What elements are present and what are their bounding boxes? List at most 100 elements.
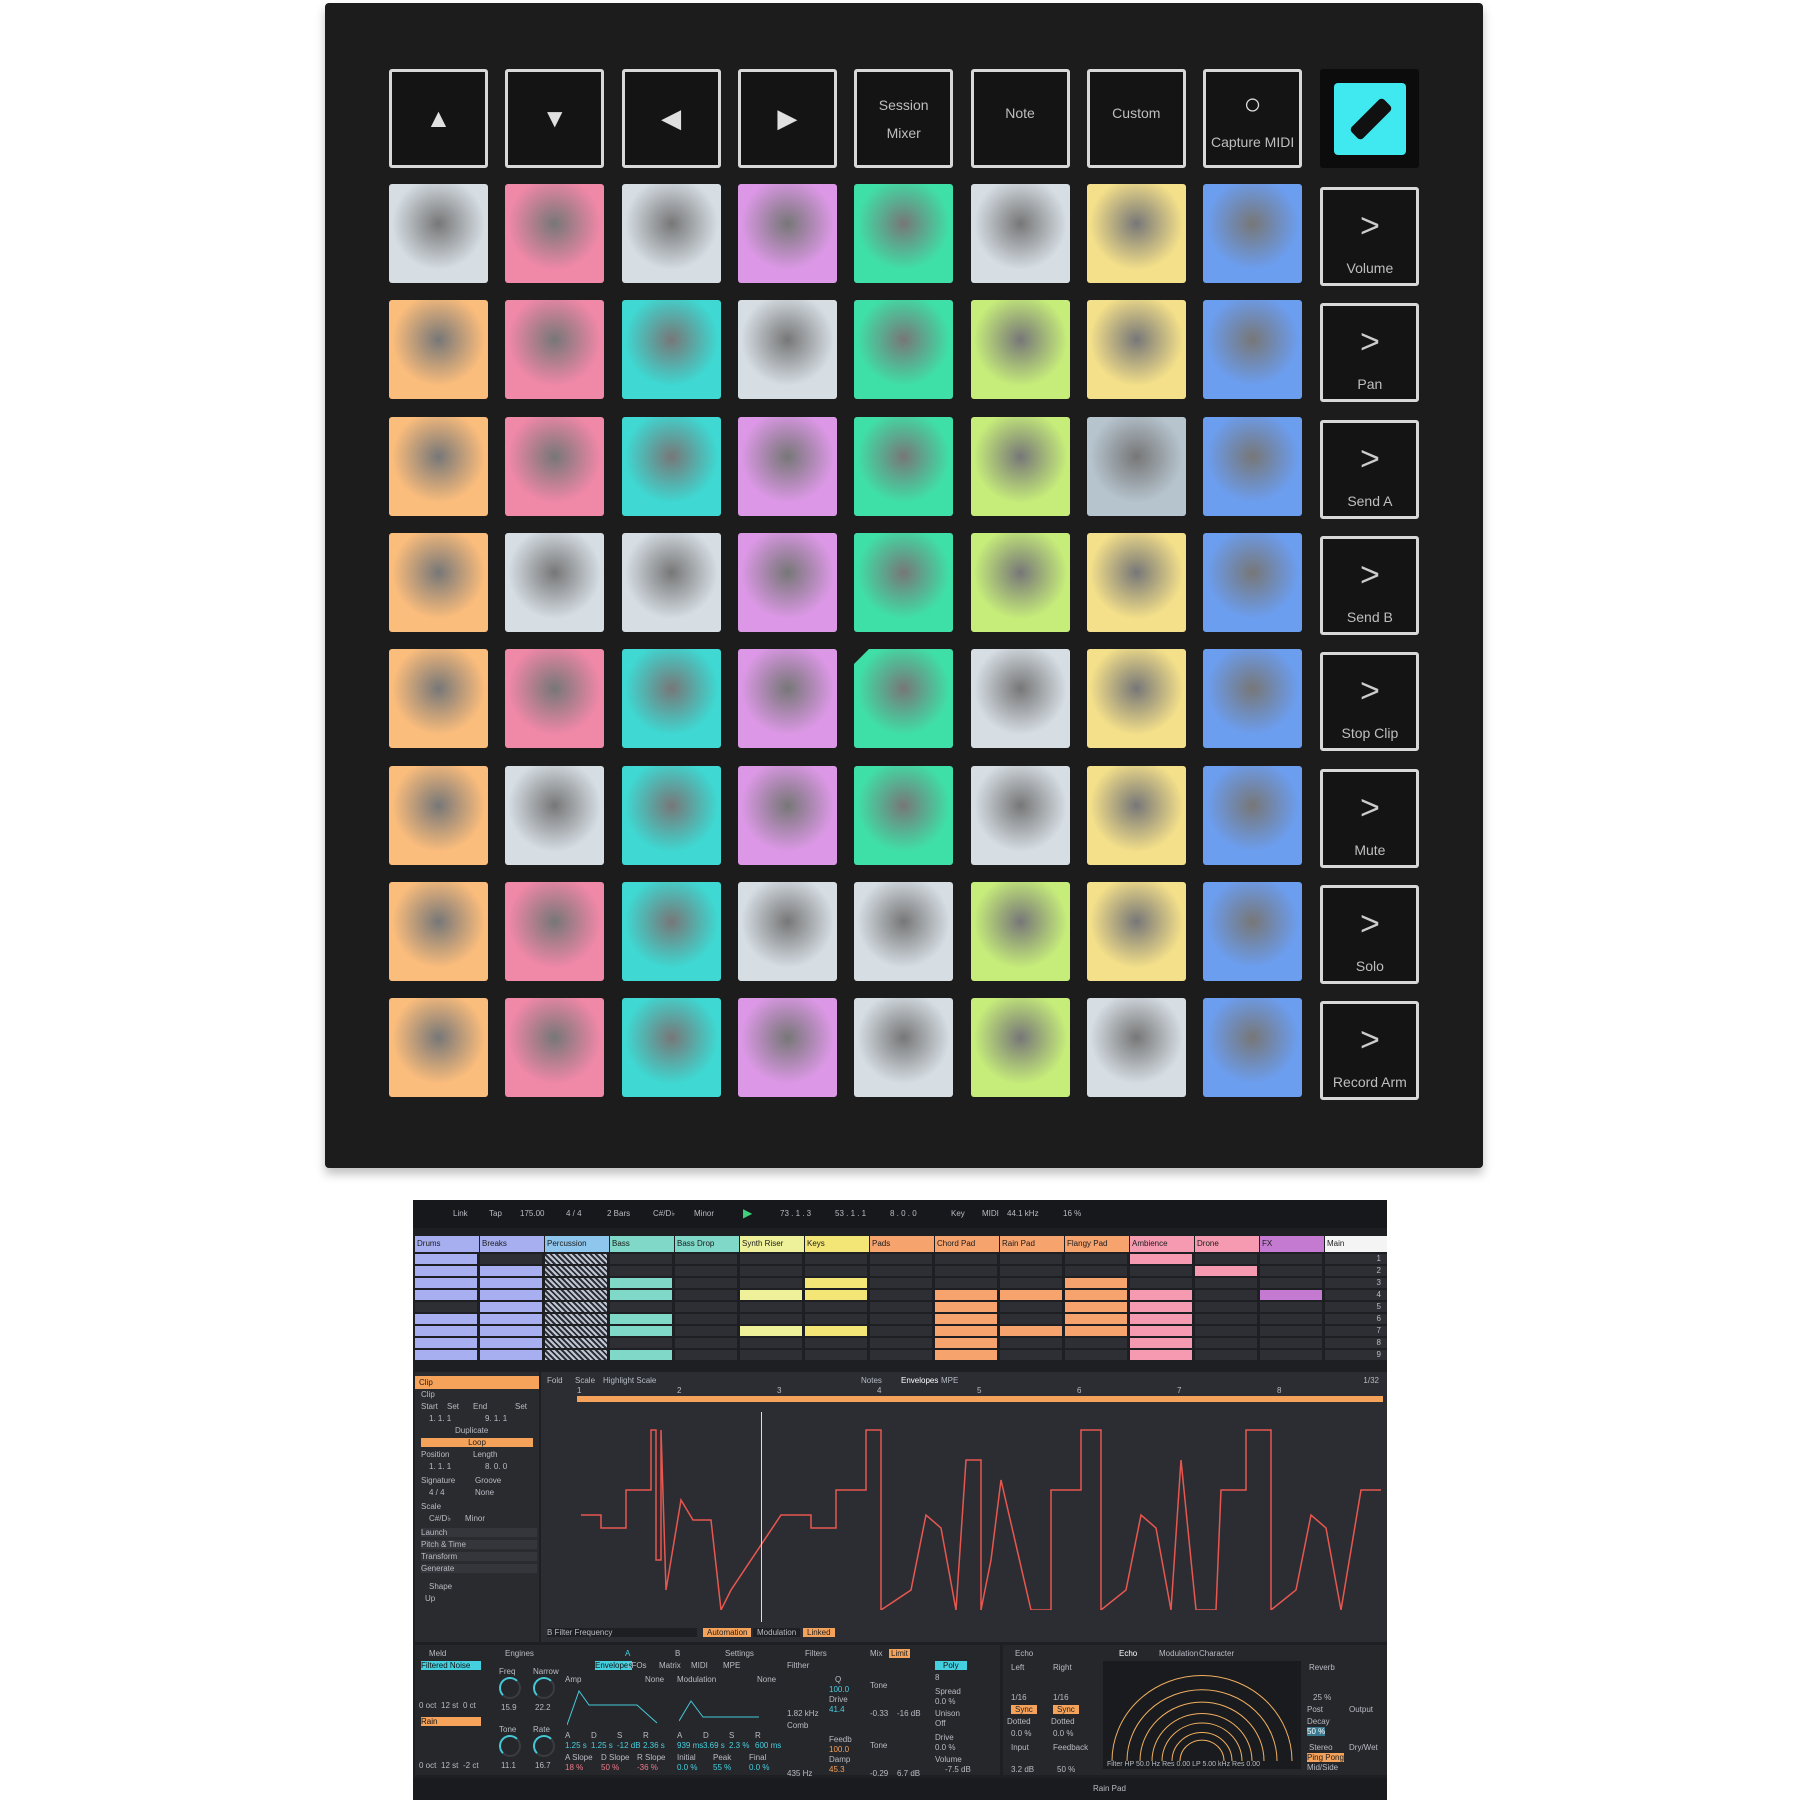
track-header[interactable]: Percussion bbox=[545, 1236, 609, 1252]
loop-button[interactable]: Loop bbox=[421, 1438, 533, 1447]
clip-slot-filled[interactable] bbox=[545, 1290, 607, 1300]
grid-pad[interactable] bbox=[737, 765, 837, 865]
clip-slot[interactable] bbox=[805, 1338, 867, 1348]
grid-pad[interactable] bbox=[1086, 881, 1186, 981]
clip-slot-filled[interactable] bbox=[480, 1314, 542, 1324]
grid-pad[interactable] bbox=[1203, 998, 1303, 1098]
clip-slot[interactable] bbox=[1260, 1350, 1322, 1360]
clip-slot[interactable] bbox=[740, 1266, 802, 1276]
clip-slot-filled[interactable] bbox=[1000, 1326, 1062, 1336]
automation-envelope[interactable] bbox=[581, 1420, 1381, 1610]
clip-slot[interactable] bbox=[740, 1314, 802, 1324]
toolbar-item[interactable]: Link bbox=[453, 1209, 468, 1218]
clip-slot-filled[interactable] bbox=[1130, 1350, 1192, 1360]
adsr-value[interactable]: 600 ms bbox=[755, 1741, 781, 1750]
position-label[interactable]: Position bbox=[421, 1450, 449, 1459]
post-select[interactable]: Post bbox=[1307, 1705, 1323, 1714]
clip-slot[interactable] bbox=[610, 1254, 672, 1264]
grid-pad[interactable] bbox=[1086, 649, 1186, 749]
clip-slot-filled[interactable] bbox=[610, 1314, 672, 1324]
groove-label[interactable]: Groove bbox=[475, 1476, 501, 1485]
clip-slot[interactable] bbox=[675, 1338, 737, 1348]
clip-slot-filled[interactable] bbox=[1260, 1290, 1322, 1300]
clip-slot[interactable] bbox=[1000, 1314, 1062, 1324]
grid-pad[interactable] bbox=[970, 300, 1070, 400]
knob[interactable] bbox=[499, 1677, 521, 1699]
clip-slot[interactable] bbox=[1260, 1302, 1322, 1312]
grid-pad[interactable] bbox=[854, 532, 954, 632]
grid-pad[interactable] bbox=[1203, 416, 1303, 516]
grid-pad[interactable] bbox=[970, 649, 1070, 749]
clip-slot-filled[interactable] bbox=[935, 1350, 997, 1360]
q-value[interactable]: 100.0 bbox=[829, 1685, 849, 1694]
editor-tab[interactable]: Envelopes bbox=[901, 1376, 938, 1385]
clip-slot-filled[interactable] bbox=[480, 1350, 542, 1360]
clip-slot-filled[interactable] bbox=[545, 1350, 607, 1360]
clip-slot-filled[interactable] bbox=[935, 1326, 997, 1336]
clip-slot-filled[interactable] bbox=[740, 1326, 802, 1336]
grid-pad[interactable] bbox=[854, 765, 954, 865]
clip-slot[interactable] bbox=[675, 1314, 737, 1324]
env-param-value[interactable]: 50 % bbox=[601, 1763, 619, 1772]
clip-slot[interactable] bbox=[870, 1326, 932, 1336]
grid-pad[interactable] bbox=[621, 532, 721, 632]
clip-slot-filled[interactable] bbox=[610, 1290, 672, 1300]
clip-section-3[interactable]: Generate bbox=[421, 1564, 537, 1573]
scene-launch-volume-button[interactable]: > Volume bbox=[1320, 187, 1420, 286]
meld-tab[interactable]: B bbox=[675, 1649, 680, 1658]
clip-slot[interactable] bbox=[870, 1278, 932, 1288]
clip-slot[interactable] bbox=[1000, 1338, 1062, 1348]
drive-value[interactable]: 41.4 bbox=[829, 1705, 845, 1714]
clip-slot[interactable] bbox=[1065, 1254, 1127, 1264]
track-header[interactable]: FX bbox=[1260, 1236, 1324, 1252]
grid-pad[interactable] bbox=[505, 765, 605, 865]
grid-pad[interactable] bbox=[737, 184, 837, 283]
adsr-value[interactable]: 1.25 s bbox=[591, 1741, 613, 1750]
mid-side-button[interactable]: Mid/Side bbox=[1307, 1763, 1338, 1772]
clip-slot-filled[interactable] bbox=[1065, 1290, 1127, 1300]
length-value[interactable]: 8. 0. 0 bbox=[485, 1462, 507, 1471]
clip-slot[interactable] bbox=[610, 1266, 672, 1276]
grid-pad[interactable] bbox=[737, 881, 837, 981]
signature-label[interactable]: Signature bbox=[421, 1476, 455, 1485]
signature-value[interactable]: 4 / 4 bbox=[429, 1488, 445, 1497]
clip-slot[interactable] bbox=[1195, 1314, 1257, 1324]
clip-slot-filled[interactable] bbox=[610, 1326, 672, 1336]
grid-pad[interactable] bbox=[737, 300, 837, 400]
clip-slot-filled[interactable] bbox=[480, 1326, 542, 1336]
grid-pad[interactable] bbox=[854, 649, 954, 749]
unison-value[interactable]: Off bbox=[935, 1719, 946, 1728]
feedb-value[interactable]: 100.0 bbox=[829, 1745, 849, 1754]
adsr-value[interactable]: 3.69 s bbox=[703, 1741, 725, 1750]
clip-slot-filled[interactable] bbox=[935, 1314, 997, 1324]
scene-launch-stop-clip-button[interactable]: > Stop Clip bbox=[1320, 652, 1420, 752]
groove-value[interactable]: None bbox=[475, 1488, 494, 1497]
clip-slot[interactable] bbox=[870, 1338, 932, 1348]
grid-pad[interactable] bbox=[621, 881, 721, 981]
end-set-button[interactable]: Set bbox=[515, 1402, 527, 1411]
volume-value[interactable]: -7.5 dB bbox=[945, 1765, 971, 1774]
meld-tab[interactable]: A bbox=[625, 1649, 630, 1658]
grid-pad[interactable] bbox=[1086, 998, 1186, 1098]
grid-pad[interactable] bbox=[621, 300, 721, 400]
clip-slot[interactable] bbox=[1195, 1302, 1257, 1312]
clip-slot-filled[interactable] bbox=[545, 1302, 607, 1312]
clip-slot[interactable] bbox=[935, 1278, 997, 1288]
nav-arrow-down-button[interactable]: ▼ bbox=[505, 69, 605, 168]
env-param-value[interactable]: 55 % bbox=[713, 1763, 731, 1772]
env-param-value[interactable]: -36 % bbox=[637, 1763, 658, 1772]
clip-slot-filled[interactable] bbox=[1130, 1290, 1192, 1300]
clip-slot-filled[interactable] bbox=[545, 1314, 607, 1324]
clip-slot[interactable] bbox=[1260, 1278, 1322, 1288]
grid-pad[interactable] bbox=[389, 649, 488, 749]
clip-slot[interactable] bbox=[805, 1266, 867, 1276]
scene-launch-send-a-button[interactable]: > Send A bbox=[1320, 419, 1420, 519]
feedback-value[interactable]: 50 % bbox=[1057, 1765, 1075, 1774]
grid-pad[interactable] bbox=[505, 532, 605, 632]
voices-select[interactable]: 8 bbox=[935, 1673, 939, 1682]
clip-slot[interactable] bbox=[1260, 1338, 1322, 1348]
grid-pad[interactable] bbox=[621, 765, 721, 865]
duplicate-button[interactable]: Duplicate bbox=[455, 1426, 488, 1435]
clip-slot-filled[interactable] bbox=[480, 1278, 542, 1288]
grid-pad[interactable] bbox=[505, 184, 605, 283]
